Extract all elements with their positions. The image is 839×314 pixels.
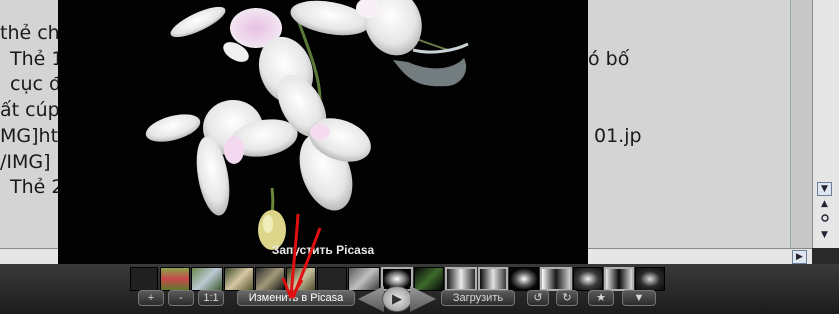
annotation-arrow-icon bbox=[281, 213, 322, 299]
